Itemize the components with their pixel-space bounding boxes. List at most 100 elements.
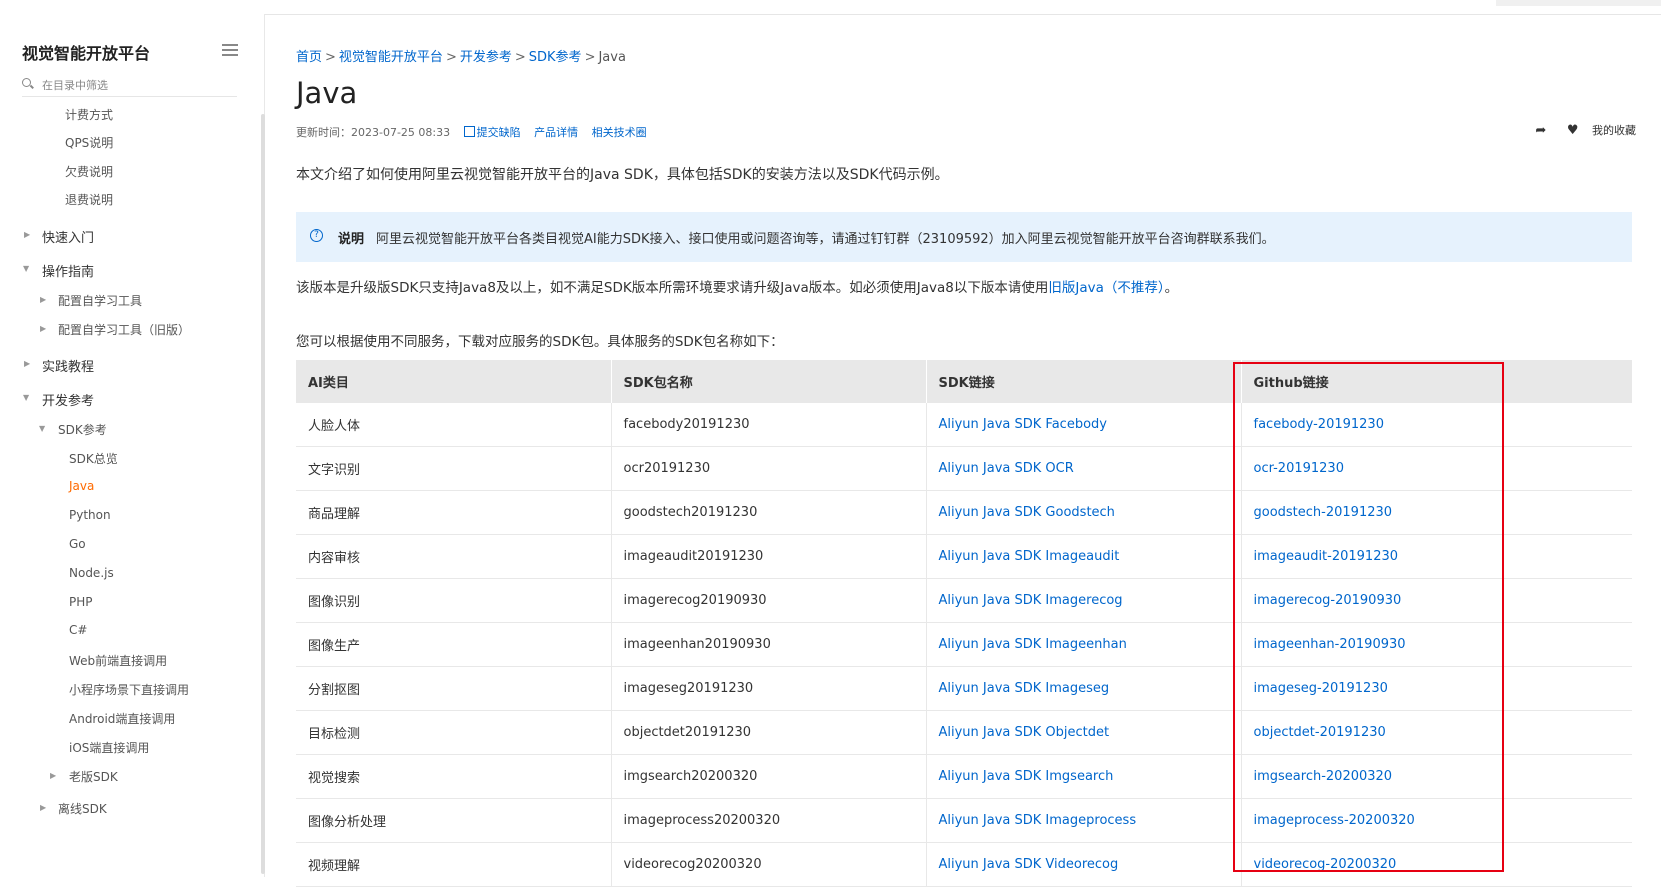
cell-sdk-link[interactable]: Aliyun Java SDK Imageprocess — [925, 798, 1241, 843]
sidebar-item-go[interactable]: Go — [69, 537, 86, 551]
cell-sdk-link[interactable]: Aliyun Java SDK Facebody — [925, 403, 1241, 447]
sidebar-item-offline-sdk[interactable]: 离线SDK — [58, 800, 107, 817]
cell-category: 图像识别 — [296, 578, 611, 623]
cell-sdk-link[interactable]: Aliyun Java SDK Goodstech — [925, 490, 1241, 535]
cell-sdk-link[interactable]: Aliyun Java SDK Videorecog — [925, 842, 1241, 887]
related-tech-link[interactable]: 相关技术圈 — [592, 126, 647, 139]
sidebar-item-guide[interactable]: 操作指南 — [42, 261, 94, 280]
cell-github-link[interactable]: ocr-20191230 — [1240, 446, 1632, 491]
sidebar-item-python[interactable]: Python — [69, 508, 111, 522]
header-sdk-link: SDK链接 — [925, 360, 1241, 403]
cell-github-link[interactable]: goodstech-20191230 — [1240, 490, 1632, 535]
menu-toggle-icon[interactable] — [222, 44, 238, 56]
sidebar-item-android[interactable]: Android端直接调用 — [69, 710, 175, 727]
sidebar-item-java[interactable]: Java — [69, 479, 94, 493]
product-detail-link[interactable]: 产品详情 — [534, 126, 578, 139]
sidebar-item-selflearn-old[interactable]: 配置自学习工具（旧版） — [58, 321, 190, 338]
cell-sdk-link[interactable]: Aliyun Java SDK Imagerecog — [925, 578, 1241, 623]
sdk-table: AI类目 SDK包名称 SDK链接 Github链接 人脸人体 facebody… — [296, 360, 1632, 887]
sidebar-item-sdkref[interactable]: SDK参考 — [58, 421, 107, 438]
table-header-row: AI类目 SDK包名称 SDK链接 Github链接 — [296, 360, 1632, 403]
table-row: 图像生产 imageenhan20190930 Aliyun Java SDK … — [296, 622, 1632, 667]
caret-right-icon[interactable]: ▶ — [24, 230, 30, 239]
filter-input[interactable] — [40, 74, 234, 96]
cell-github-link[interactable]: facebody-20191230 — [1240, 403, 1632, 447]
sdk-list-paragraph: 您可以根据使用不同服务，下载对应服务的SDK包。具体服务的SDK包名称如下： — [296, 334, 784, 350]
cell-github-link[interactable]: imageseg-20191230 — [1240, 666, 1632, 711]
sidebar-item-quickstart[interactable]: 快速入门 — [42, 227, 94, 246]
sidebar-item-nodejs[interactable]: Node.js — [69, 566, 114, 580]
cell-sdk-link[interactable]: Aliyun Java SDK Imageseg — [925, 666, 1241, 711]
edit-icon — [463, 126, 475, 137]
caret-right-icon[interactable]: ▶ — [40, 803, 46, 812]
version-paragraph: 该版本是升级版SDK只支持Java8及以上，如不满足SDK版本所需环境要求请升级… — [296, 276, 1178, 296]
sidebar-item-billing-mode[interactable]: 计费方式 — [65, 106, 113, 123]
caret-right-icon[interactable]: ▶ — [40, 324, 46, 333]
page-actions: ➦ ♥ 我的收藏 — [1535, 122, 1636, 138]
breadcrumb-sep: > — [584, 50, 596, 65]
caret-down-icon[interactable]: ▼ — [23, 393, 29, 402]
breadcrumb-platform[interactable]: 视觉智能开放平台 — [339, 50, 443, 65]
cell-sdk-link[interactable]: Aliyun Java SDK Imgsearch — [925, 754, 1241, 799]
question-icon: ? — [310, 229, 323, 242]
cell-sdk-link[interactable]: Aliyun Java SDK Imageenhan — [925, 622, 1241, 667]
main-content: 首页 > 视觉智能开放平台 > 开发参考 > SDK参考 > Java Java 更新时间：20… — [296, 14, 1636, 887]
cell-github-link[interactable]: imageprocess-20200320 — [1240, 798, 1632, 843]
note-label: 说明 — [338, 232, 365, 247]
breadcrumb-devref[interactable]: 开发参考 — [460, 50, 512, 65]
sidebar-item-refund[interactable]: 退费说明 — [65, 191, 113, 208]
cell-sdk-link[interactable]: Aliyun Java SDK OCR — [925, 446, 1241, 491]
sidebar-item-ios[interactable]: iOS端直接调用 — [69, 739, 149, 756]
sidebar-item-tutorials[interactable]: 实践教程 — [42, 356, 94, 375]
breadcrumb-current: Java — [598, 50, 626, 65]
cell-package: objectdet20191230 — [610, 710, 926, 755]
caret-right-icon[interactable]: ▶ — [24, 359, 30, 368]
sidebar-item-devref[interactable]: 开发参考 — [42, 390, 94, 409]
breadcrumb-sdkref[interactable]: SDK参考 — [529, 50, 582, 65]
table-row: 商品理解 goodstech20191230 Aliyun Java SDK G… — [296, 490, 1632, 535]
cell-category: 内容审核 — [296, 534, 611, 579]
sidebar-item-old-sdk[interactable]: 老版SDK — [69, 768, 118, 785]
sidebar-item-qps[interactable]: QPS说明 — [65, 134, 113, 151]
cell-package: imageenhan20190930 — [610, 622, 926, 667]
intro-paragraph: 本文介绍了如何使用阿里云视觉智能开放平台的Java SDK，具体包括SDK的安装… — [296, 167, 949, 183]
sidebar-item-web[interactable]: Web前端直接调用 — [69, 652, 167, 669]
caret-right-icon[interactable]: ▶ — [40, 295, 46, 304]
table-row: 视觉搜索 imgsearch20200320 Aliyun Java SDK I… — [296, 754, 1632, 799]
sidebar-item-arrears[interactable]: 欠费说明 — [65, 163, 113, 180]
favorites-link[interactable]: 我的收藏 — [1592, 124, 1636, 137]
cell-package: imagerecog20190930 — [610, 578, 926, 623]
submit-bug-link[interactable]: 提交缺陷 — [463, 126, 521, 139]
table-row: 视频理解 videorecog20200320 Aliyun Java SDK … — [296, 842, 1632, 887]
sidebar-item-csharp[interactable]: C# — [69, 623, 87, 637]
caret-down-icon[interactable]: ▼ — [39, 424, 45, 433]
old-java-link[interactable]: 旧版Java（不推荐） — [1048, 280, 1164, 296]
sidebar-item-php[interactable]: PHP — [69, 595, 93, 609]
cell-github-link[interactable]: videorecog-20200320 — [1240, 842, 1632, 887]
sidebar-item-selflearn[interactable]: 配置自学习工具 — [58, 292, 142, 309]
cell-github-link[interactable]: imageaudit-20191230 — [1240, 534, 1632, 579]
table-row: 图像分析处理 imageprocess20200320 Aliyun Java … — [296, 798, 1632, 843]
table-row: 分割抠图 imageseg20191230 Aliyun Java SDK Im… — [296, 666, 1632, 711]
share-icon[interactable]: ➦ — [1535, 123, 1549, 138]
caret-right-icon[interactable]: ▶ — [50, 771, 56, 780]
breadcrumb-home[interactable]: 首页 — [296, 50, 322, 65]
sidebar-item-sdk-overview[interactable]: SDK总览 — [69, 450, 118, 467]
cell-sdk-link[interactable]: Aliyun Java SDK Objectdet — [925, 710, 1241, 755]
cell-github-link[interactable]: objectdet-20191230 — [1240, 710, 1632, 755]
sidebar-scrollbar[interactable] — [261, 114, 265, 874]
version-text: 该版本是升级版SDK只支持Java8及以上，如不满足SDK版本所需环境要求请升级… — [296, 280, 1049, 296]
cell-sdk-link[interactable]: Aliyun Java SDK Imageaudit — [925, 534, 1241, 579]
caret-down-icon[interactable]: ▼ — [23, 264, 29, 273]
breadcrumb-sep: > — [325, 50, 336, 65]
heart-icon[interactable]: ♥ — [1567, 123, 1579, 138]
cell-github-link[interactable]: imagerecog-20190930 — [1240, 578, 1632, 623]
cell-category: 视频理解 — [296, 842, 611, 887]
sidebar-item-miniprogram[interactable]: 小程序场景下直接调用 — [69, 681, 189, 698]
cell-github-link[interactable]: imgsearch-20200320 — [1240, 754, 1632, 799]
cell-category: 文字识别 — [296, 446, 611, 491]
sidebar-title[interactable]: 视觉智能开放平台 — [22, 40, 150, 64]
cell-github-link[interactable]: imageenhan-20190930 — [1240, 622, 1632, 667]
top-bar — [0, 0, 1661, 15]
table-row: 目标检测 objectdet20191230 Aliyun Java SDK O… — [296, 710, 1632, 755]
